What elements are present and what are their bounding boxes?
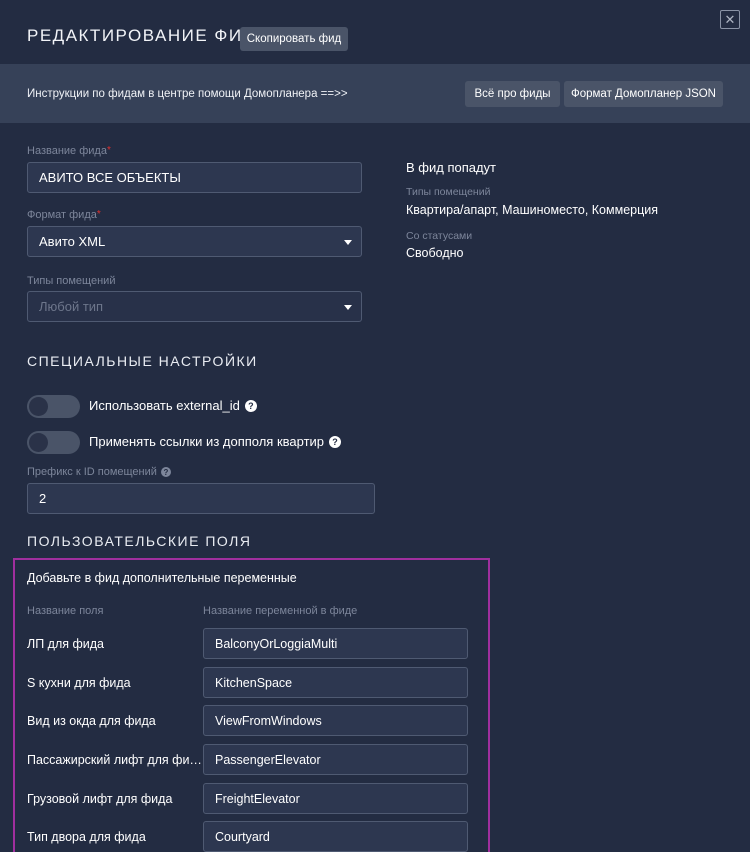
dialog-header: РЕДАКТИРОВАНИЕ ФИДА Скопировать фид ✕	[0, 0, 750, 64]
room-types-placeholder: Любой тип	[39, 299, 104, 314]
summary-types-value: Квартира/апарт, Машиноместо, Коммерция	[406, 203, 659, 217]
custom-fields-title: ПОЛЬЗОВАТЕЛЬСКИЕ ПОЛЯ	[27, 533, 252, 549]
feed-format-label-text: Формат фида	[27, 209, 97, 221]
custom-field-label: Пассажирский лифт для фида	[27, 753, 202, 767]
help-icon[interactable]: ?	[329, 435, 342, 448]
custom-var-value: BalconyOrLoggiaMulti	[215, 636, 338, 651]
summary-status-label: Со статусами	[406, 230, 473, 242]
custom-field-label: Грузовой лифт для фида	[27, 792, 173, 806]
prefix-label: Префикс к ID помещений ?	[27, 466, 171, 478]
help-banner: Инструкции по фидам в центре помощи Домо…	[0, 64, 750, 123]
feed-format-select[interactable]: Авито XML	[27, 226, 362, 257]
custom-field-label: Тип двора для фида	[27, 830, 146, 844]
custom-var-value: PassengerElevator	[215, 752, 321, 767]
about-feeds-button[interactable]: Всё про фиды	[465, 81, 560, 107]
summary-status-value: Свободно	[406, 246, 464, 260]
copy-feed-button[interactable]: Скопировать фид	[240, 27, 348, 51]
apply-links-label: Применять ссылки из допполя квартир ?	[89, 434, 342, 449]
custom-var-input[interactable]: KitchenSpace	[203, 667, 468, 698]
prefix-label-text: Префикс к ID помещений	[27, 466, 157, 478]
feed-format-label: Формат фида*	[27, 209, 101, 221]
help-icon[interactable]: ?	[244, 399, 257, 412]
col-field-name: Название поля	[27, 605, 104, 617]
custom-var-value: Courtyard	[215, 829, 270, 844]
prefix-value: 2	[39, 491, 47, 506]
feed-format-value: Авито XML	[39, 234, 106, 249]
feed-name-value: АВИТО ВСЕ ОБЪЕКТЫ	[39, 170, 181, 185]
custom-var-input[interactable]: PassengerElevator	[203, 744, 468, 775]
custom-var-input[interactable]: BalconyOrLoggiaMulti	[203, 628, 468, 659]
prefix-input[interactable]: 2	[27, 483, 375, 514]
col-var-name: Название переменной в фиде	[203, 605, 358, 617]
chevron-down-icon	[344, 305, 352, 310]
custom-var-input[interactable]: ViewFromWindows	[203, 705, 468, 736]
feed-name-input[interactable]: АВИТО ВСЕ ОБЪЕКТЫ	[27, 162, 362, 193]
apply-links-toggle[interactable]	[27, 431, 80, 454]
custom-var-value: FreightElevator	[215, 791, 300, 806]
custom-var-value: KitchenSpace	[215, 675, 293, 690]
external-id-label-text: Использовать external_id	[89, 398, 240, 413]
summary-types-label: Типы помещений	[406, 186, 491, 198]
custom-field-label: Вид из окда для фида	[27, 714, 156, 728]
chevron-down-icon	[344, 240, 352, 245]
apply-links-label-text: Применять ссылки из допполя квартир	[89, 434, 325, 449]
page-title: РЕДАКТИРОВАНИЕ ФИДА	[27, 26, 269, 45]
help-icon[interactable]: ?	[160, 467, 171, 477]
custom-var-input[interactable]: Courtyard	[203, 821, 468, 852]
summary-heading: В фид попадут	[406, 160, 497, 175]
feed-name-label: Название фида*	[27, 145, 111, 157]
special-settings-title: СПЕЦИАЛЬНЫЕ НАСТРОЙКИ	[27, 353, 258, 369]
help-banner-text: Инструкции по фидам в центре помощи Домо…	[27, 88, 348, 100]
close-icon[interactable]: ✕	[720, 10, 740, 29]
custom-field-label: ЛП для фида	[27, 637, 105, 651]
room-types-label: Типы помещений	[27, 275, 116, 287]
toggle-knob	[29, 397, 48, 416]
feed-name-label-text: Название фида	[27, 145, 107, 157]
custom-fields-hint: Добавьте в фид дополнительные переменные	[27, 571, 297, 585]
custom-var-value: ViewFromWindows	[215, 713, 322, 728]
custom-field-label: S кухни для фида	[27, 676, 131, 690]
required-mark: *	[106, 145, 111, 156]
external-id-toggle[interactable]	[27, 395, 80, 418]
required-mark: *	[96, 209, 101, 220]
json-format-button[interactable]: Формат Домопланер JSON	[564, 81, 723, 107]
room-types-select[interactable]: Любой тип	[27, 291, 362, 322]
external-id-label: Использовать external_id ?	[89, 398, 257, 413]
toggle-knob	[29, 433, 48, 452]
custom-var-input[interactable]: FreightElevator	[203, 783, 468, 814]
